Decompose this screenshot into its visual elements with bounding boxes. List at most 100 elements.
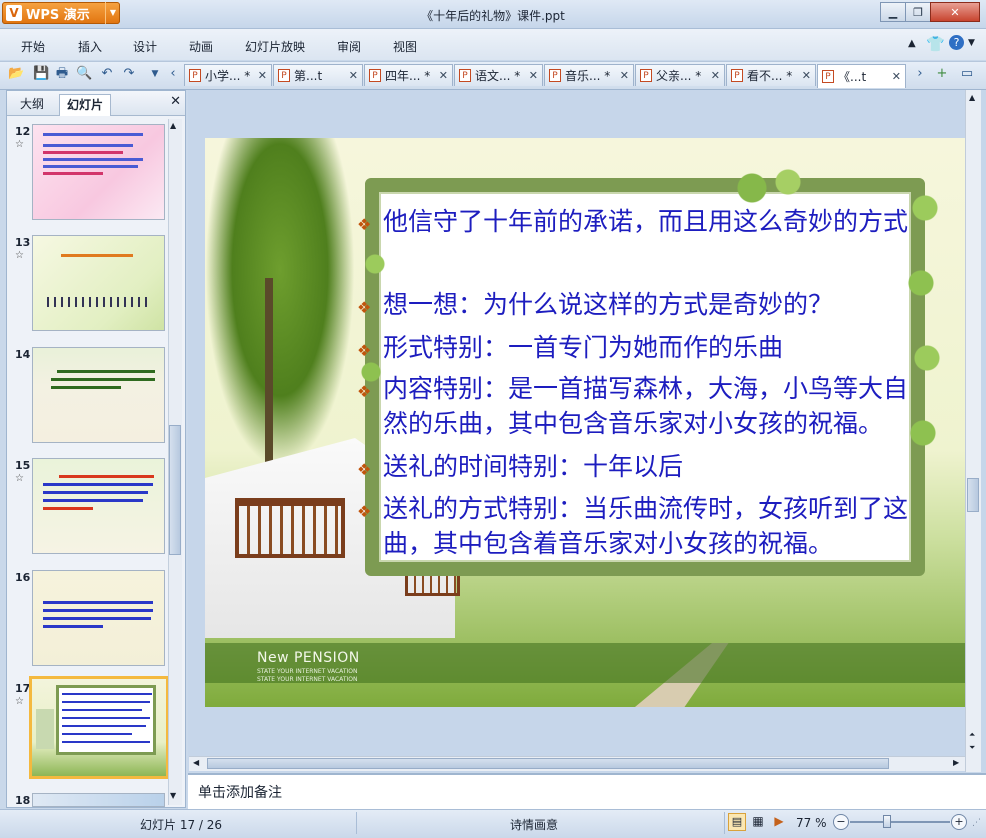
scroll-down-icon[interactable]: ▼ [170,791,176,800]
bullet-icon: ❖ [357,382,372,401]
slide-thumbnail-18[interactable] [32,793,165,807]
close-tab-icon[interactable]: ✕ [349,69,358,82]
scroll-thumb[interactable] [967,478,979,512]
close-tab-icon[interactable]: ✕ [529,69,538,82]
scroll-up-icon[interactable]: ▲ [170,121,176,130]
slide-thumbnail-15[interactable] [32,458,165,554]
zoom-level[interactable]: 77 % [796,816,827,830]
normal-view-icon[interactable]: ▤ [728,813,746,831]
collapse-ribbon-icon[interactable]: ▲ [908,38,916,49]
slide-number: 16 [15,571,31,584]
save-icon[interactable]: 💾 [33,66,49,82]
doc-tab-label: 音乐... * [565,69,611,83]
slide-brand-subline: STATE YOUR INTERNET VACATION [257,668,358,675]
slide-panel: 大纲 幻灯片 ✕ 12 ☆ 13 ☆ 14 15 ☆ 16 17 ☆ 18 ▲ … [6,90,186,808]
slide-thumbnail-12[interactable] [32,124,165,220]
slide-text-line-1[interactable]: 他信守了十年前的承诺，而且用这么奇妙的方式 [383,206,908,238]
slide-thumbnail-16[interactable] [32,570,165,666]
tab-outline[interactable]: 大纲 [13,94,51,115]
notes-placeholder[interactable]: 单击添加备注 [198,782,282,802]
open-icon[interactable]: 📂 [8,66,24,82]
menu-home[interactable]: 开始 [21,38,45,55]
scroll-thumb[interactable] [207,758,889,769]
scroll-thumb[interactable] [169,425,181,555]
doc-tab-6[interactable]: P 父亲... * ✕ [635,64,725,86]
doc-tab-1[interactable]: P 小学... * ✕ [184,64,272,86]
slide-text-line-6[interactable]: 送礼的时间特别：十年以后 [383,451,683,483]
close-tab-icon[interactable]: ✕ [802,69,811,82]
slide-text-line-5[interactable]: 然的乐曲，其中包含音乐家对小女孩的祝福。 [383,408,883,440]
zoom-slider-track[interactable] [850,821,950,823]
slide-panel-scrollbar[interactable]: ▲ ▼ [168,119,182,805]
doc-tab-label: 看不... * [747,69,793,83]
tab-list-icon[interactable]: ▭ [959,66,975,82]
slide-thumbnail-17-selected[interactable] [29,676,169,779]
slide-animation-star-icon: ☆ [15,696,24,707]
zoom-in-icon[interactable]: + [951,814,967,830]
prev-slide-icon[interactable]: ⏶ [969,730,975,740]
doc-tab-7[interactable]: P 看不... * ✕ [726,64,816,86]
minimize-button[interactable]: ▁ [880,2,906,22]
slide-text-line-8[interactable]: 曲，其中包含着音乐家对小女孩的祝福。 [383,528,833,560]
close-tab-icon[interactable]: ✕ [711,69,720,82]
slide-animation-star-icon: ☆ [15,250,24,261]
zoom-out-icon[interactable]: − [833,814,849,830]
print-preview-icon[interactable]: 🔍 [76,66,92,82]
close-tab-icon[interactable]: ✕ [620,69,629,82]
customize-toolbar-icon[interactable]: ▼ [147,66,163,82]
next-slide-icon[interactable]: ⏷ [969,743,975,753]
doc-tab-8-active[interactable]: P 《...t ✕ [817,64,906,88]
slide-text-line-7[interactable]: 送礼的方式特别：当乐曲流传时，女孩听到了这 [383,493,908,525]
minimize-icon: ▁ [888,5,898,19]
undo-icon[interactable]: ↶ [99,66,115,82]
notes-pane[interactable]: 单击添加备注 [188,773,986,809]
editor-horizontal-scrollbar[interactable]: ◀ ▶ [189,756,965,771]
menu-review[interactable]: 审阅 [337,38,361,55]
doc-tab-5[interactable]: P 音乐... * ✕ [544,64,634,86]
slide-text-line-3[interactable]: 形式特别：一首专门为她而作的乐曲 [383,332,783,364]
slide-text-line-4[interactable]: 内容特别：是一首描写森林，大海，小鸟等大自 [383,373,908,405]
panel-close-icon[interactable]: ✕ [170,94,181,109]
doc-tab-3[interactable]: P 四年... * ✕ [364,64,453,86]
skin-icon[interactable]: 👕 [926,35,945,53]
menu-insert[interactable]: 插入 [78,38,102,55]
slideshow-icon[interactable]: ▶ [771,813,787,829]
tab-slides[interactable]: 幻灯片 [59,94,112,116]
close-tab-icon[interactable]: ✕ [439,69,448,82]
close-button[interactable]: ✕ [930,2,980,22]
new-tab-icon[interactable]: + [934,66,950,82]
slide-number: 18 [15,794,31,807]
restore-button[interactable]: ❐ [905,2,931,22]
help-dropdown-icon[interactable]: ▼ [968,38,975,48]
editor-vertical-scrollbar[interactable]: ▲ ⏶ ⏷ [965,90,981,772]
scroll-left-icon[interactable]: ◀ [193,758,199,767]
ppt-file-icon: P [640,69,652,82]
close-tab-icon[interactable]: ✕ [258,69,267,82]
scroll-up-icon[interactable]: ▲ [969,93,975,102]
slide-thumbnail-14[interactable] [32,347,165,443]
menu-animation[interactable]: 动画 [189,38,213,55]
scroll-right-icon[interactable]: ▶ [953,758,959,767]
slide-sorter-icon[interactable]: ▦ [750,813,766,829]
panel-tabs: 大纲 幻灯片 ✕ [7,91,185,116]
bullet-icon: ❖ [357,298,372,317]
status-bar: 幻灯片 17 / 26 诗情画意 ▤ ▦ ▶ 77 % − + ⋰ [0,809,986,838]
help-icon[interactable]: ? [949,35,964,50]
status-divider [724,812,725,834]
print-icon[interactable]: 🖶 [54,66,70,82]
doc-tab-2[interactable]: P 第...t ✕ [273,64,363,86]
tabs-scroll-right-icon[interactable]: › [912,66,928,82]
slide-thumbnail-13[interactable] [32,235,165,331]
doc-tab-4[interactable]: P 语文... * ✕ [454,64,543,86]
menu-slideshow[interactable]: 幻灯片放映 [245,38,305,55]
slide-text-line-2[interactable]: 想一想：为什么说这样的方式是奇妙的？ [383,289,833,321]
zoom-slider-thumb[interactable] [883,815,891,828]
slide-canvas[interactable]: ❖ 他信守了十年前的承诺，而且用这么奇妙的方式 ❖ 想一想：为什么说这样的方式是… [205,138,965,707]
slide-brand-subtext: STATE YOUR INTERNET VACATION STATE YOUR … [257,668,357,684]
menu-design[interactable]: 设计 [133,38,157,55]
redo-icon[interactable]: ↷ [121,66,137,82]
menu-view[interactable]: 视图 [393,38,417,55]
tabs-scroll-left-icon[interactable]: ‹ [165,66,181,82]
close-tab-icon[interactable]: ✕ [892,70,901,83]
resize-grip-icon[interactable]: ⋰ [972,818,981,828]
